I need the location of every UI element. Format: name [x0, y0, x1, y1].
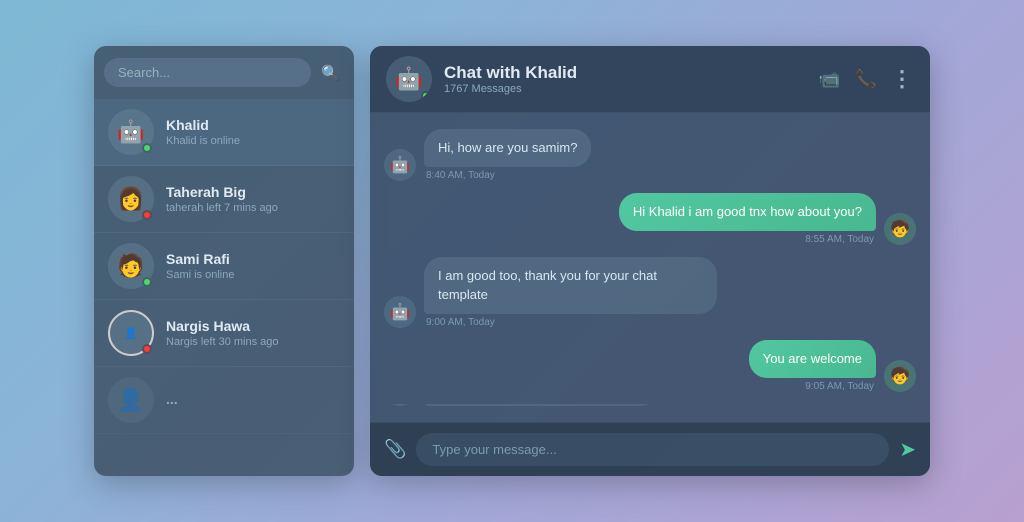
- avatar-wrap-khalid: 🤖: [108, 109, 154, 155]
- contact-status-khalid: Khalid is online: [166, 135, 340, 147]
- msg-bubble-wrap-2: Hi Khalid i am good tnx how about you? 8…: [619, 193, 876, 245]
- contact-item-khalid[interactable]: 🤖 Khalid Khalid is online: [94, 99, 354, 166]
- search-input[interactable]: [104, 58, 311, 87]
- msg-bubble-2: Hi Khalid i am good tnx how about you?: [619, 193, 876, 231]
- chat-header-avatar: 🤖: [386, 56, 432, 102]
- msg-bubble-wrap-3: I am good too, thank you for your chat t…: [424, 257, 717, 327]
- msg-bubble-1: Hi, how are you samim?: [424, 129, 591, 167]
- contact-name-nargis: Nargis Hawa: [166, 318, 340, 334]
- msg-time-2: 8:55 AM, Today: [803, 234, 876, 245]
- contact-name-partial: ...: [166, 391, 340, 407]
- avatar-wrap-sami: 🧑: [108, 243, 154, 289]
- send-button[interactable]: ➤: [899, 437, 916, 462]
- msg-bubble-wrap-1: Hi, how are you samim? 8:40 AM, Today: [424, 129, 591, 181]
- contact-item-partial[interactable]: 👤 ...: [94, 367, 354, 434]
- more-options-button[interactable]: ⋮: [891, 66, 914, 92]
- app-container: 🔍 🤖 Khalid Khalid is online 👩: [94, 46, 930, 476]
- attach-icon[interactable]: 📎: [384, 439, 406, 460]
- contact-status-sami: Sami is online: [166, 269, 340, 281]
- msg-avatar-5: 🤖: [384, 404, 416, 406]
- status-dot-khalid: [142, 143, 152, 153]
- chat-input-area: 📎 ➤: [370, 422, 930, 476]
- message-row-3: 🤖 I am good too, thank you for your chat…: [384, 257, 916, 327]
- avatar-wrap-nargis: 👤: [108, 310, 154, 356]
- msg-bubble-5: I am looking for your next templates: [424, 404, 658, 406]
- contact-item-sami[interactable]: 🧑 Sami Rafi Sami is online: [94, 233, 354, 300]
- msg-time-4: 9:05 AM, Today: [803, 381, 876, 392]
- status-dot-sami: [142, 277, 152, 287]
- status-dot-taherah: [142, 210, 152, 220]
- chat-header-info: Chat with Khalid 1767 Messages: [444, 63, 806, 95]
- contact-info-taherah: Taherah Big taherah left 7 mins ago: [166, 184, 340, 214]
- message-row-4: You are welcome 9:05 AM, Today 🧒: [384, 340, 916, 392]
- contact-status-taherah: taherah left 7 mins ago: [166, 202, 340, 214]
- message-row-2: Hi Khalid i am good tnx how about you? 8…: [384, 193, 916, 245]
- avatar-wrap-taherah: 👩: [108, 176, 154, 222]
- msg-avatar-4: 🧒: [884, 360, 916, 392]
- msg-time-3: 9:00 AM, Today: [424, 317, 497, 328]
- msg-time-1: 8:40 AM, Today: [424, 170, 497, 181]
- message-row-1: 🤖 Hi, how are you samim? 8:40 AM, Today: [384, 129, 916, 181]
- right-panel: 🤖 Chat with Khalid 1767 Messages 📹 📞 ⋮ 🤖…: [370, 46, 930, 476]
- status-dot-nargis: [142, 344, 152, 354]
- msg-bubble-3: I am good too, thank you for your chat t…: [424, 257, 717, 313]
- contact-item-taherah[interactable]: 👩 Taherah Big taherah left 7 mins ago: [94, 166, 354, 233]
- chat-header-actions: 📹 📞 ⋮: [818, 66, 914, 92]
- chat-header-status-dot: [421, 91, 430, 100]
- chat-title: Chat with Khalid: [444, 63, 806, 83]
- video-call-button[interactable]: 📹: [818, 69, 840, 90]
- contacts-list: 🤖 Khalid Khalid is online 👩 Taherah Big …: [94, 99, 354, 476]
- contact-status-nargis: Nargis left 30 mins ago: [166, 336, 340, 348]
- search-bar: 🔍: [94, 46, 354, 99]
- contact-info-partial: ...: [166, 391, 340, 409]
- message-input[interactable]: [416, 433, 889, 466]
- chat-header: 🤖 Chat with Khalid 1767 Messages 📹 📞 ⋮: [370, 46, 930, 113]
- msg-avatar-2: 🧒: [884, 213, 916, 245]
- msg-bubble-wrap-4: You are welcome 9:05 AM, Today: [749, 340, 876, 392]
- left-panel: 🔍 🤖 Khalid Khalid is online 👩: [94, 46, 354, 476]
- contact-info-nargis: Nargis Hawa Nargis left 30 mins ago: [166, 318, 340, 348]
- contact-info-sami: Sami Rafi Sami is online: [166, 251, 340, 281]
- message-row-5: 🤖 I am looking for your next templates: [384, 404, 916, 406]
- contact-item-nargis[interactable]: 👤 Nargis Hawa Nargis left 30 mins ago: [94, 300, 354, 367]
- avatar-wrap-partial: 👤: [108, 377, 154, 423]
- contact-info-khalid: Khalid Khalid is online: [166, 117, 340, 147]
- msg-bubble-4: You are welcome: [749, 340, 876, 378]
- chat-subtitle: 1767 Messages: [444, 83, 806, 95]
- msg-avatar-3: 🤖: [384, 296, 416, 328]
- contact-name-sami: Sami Rafi: [166, 251, 340, 267]
- search-button[interactable]: 🔍: [317, 60, 344, 86]
- contact-name-taherah: Taherah Big: [166, 184, 340, 200]
- avatar-partial: 👤: [108, 377, 154, 423]
- messages-area: 🤖 Hi, how are you samim? 8:40 AM, Today …: [370, 113, 930, 422]
- msg-avatar-1: 🤖: [384, 149, 416, 181]
- msg-bubble-wrap-5: I am looking for your next templates: [424, 404, 658, 406]
- phone-call-button[interactable]: 📞: [855, 69, 877, 90]
- contact-name-khalid: Khalid: [166, 117, 340, 133]
